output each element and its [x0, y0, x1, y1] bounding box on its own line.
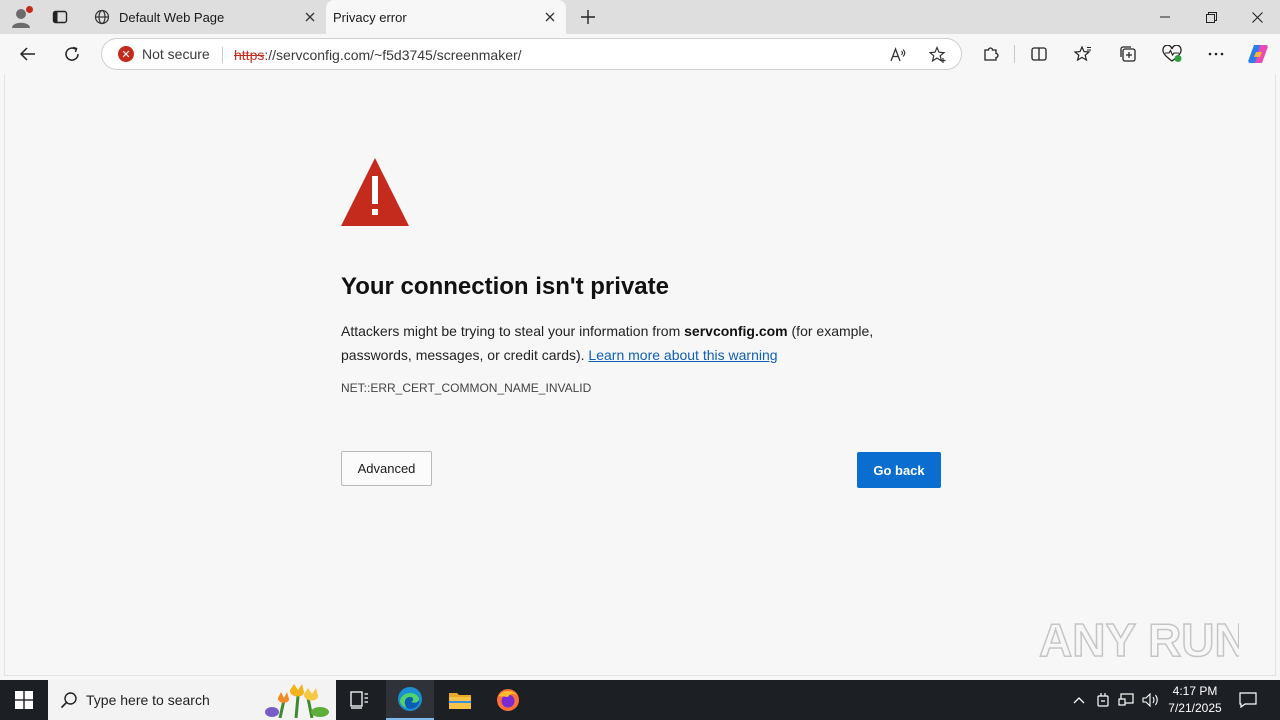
split-screen-icon	[1031, 47, 1047, 61]
folder-icon	[449, 693, 471, 709]
notification-dot	[26, 6, 33, 13]
page-title: Your connection isn't private	[341, 273, 669, 300]
taskbar-search-box[interactable]: Type here to search	[48, 680, 336, 720]
advanced-button[interactable]: Advanced	[341, 451, 432, 486]
go-back-button[interactable]: Go back	[857, 452, 941, 488]
host-name: servconfig.com	[684, 323, 788, 339]
tab-actions-button[interactable]	[46, 4, 74, 30]
collections-icon	[1120, 46, 1136, 62]
taskbar-edge[interactable]	[386, 680, 434, 720]
network-button[interactable]	[1115, 680, 1137, 720]
settings-more-button[interactable]	[1200, 40, 1232, 68]
puzzle-icon	[984, 47, 999, 61]
heart-pulse-icon	[1162, 45, 1182, 62]
tab-close-button[interactable]	[540, 7, 560, 27]
watermark-text: ANY RUN	[1039, 614, 1239, 666]
refresh-icon	[65, 46, 79, 61]
url-text[interactable]: https://servconfig.com/~f5d3745/screenma…	[234, 47, 522, 63]
globe-icon	[94, 9, 110, 25]
profile-button[interactable]	[8, 4, 36, 30]
tab-title: Default Web Page	[119, 9, 225, 25]
minimize-icon	[1160, 16, 1170, 18]
split-screen-button[interactable]	[1023, 40, 1055, 68]
start-button[interactable]	[0, 680, 48, 720]
plus-icon	[581, 10, 595, 24]
new-tab-button[interactable]	[576, 5, 600, 29]
warning-icon	[341, 158, 409, 226]
task-view-icon	[350, 691, 368, 709]
more-horizontal-icon	[1208, 52, 1224, 56]
toolbar-separator	[1014, 45, 1015, 63]
clock-date: 7/21/2025	[1168, 701, 1222, 715]
tab-close-button[interactable]	[300, 7, 320, 27]
warning-description: Attackers might be trying to steal your …	[341, 319, 901, 367]
edge-icon	[398, 687, 422, 711]
taskbar: Type here to search 4:17 PM 7/21/2025	[0, 680, 1280, 720]
volume-button[interactable]	[1139, 680, 1163, 720]
extensions-button[interactable]	[975, 40, 1007, 68]
close-icon	[305, 12, 315, 22]
favorites-button[interactable]	[1067, 40, 1099, 68]
taskbar-file-explorer[interactable]	[436, 680, 484, 720]
chevron-up-icon	[1073, 697, 1085, 704]
not-secure-icon: ✕	[118, 46, 134, 62]
minimize-button[interactable]	[1142, 0, 1188, 34]
clock-time: 4:17 PM	[1172, 684, 1218, 698]
show-hidden-icons-button[interactable]	[1068, 680, 1090, 720]
tab-title: Privacy error	[333, 9, 407, 25]
url-scheme: https	[234, 47, 265, 63]
copilot-button[interactable]	[1242, 40, 1274, 68]
read-aloud-button[interactable]	[886, 43, 910, 67]
close-icon	[545, 12, 555, 22]
flowers-icon	[260, 682, 334, 718]
read-aloud-icon	[890, 47, 906, 62]
taskbar-firefox[interactable]	[484, 680, 532, 720]
arrow-left-icon	[19, 47, 35, 61]
taskbar-clock[interactable]: 4:17 PM 7/21/2025	[1166, 683, 1224, 717]
notification-center-button[interactable]	[1232, 680, 1264, 720]
site-info-button[interactable]: ✕ Not secure	[118, 46, 210, 62]
task-view-button[interactable]	[336, 680, 384, 720]
speaker-icon	[1142, 693, 1158, 707]
network-icon	[1118, 693, 1134, 706]
restore-button[interactable]	[1188, 0, 1234, 34]
windows-logo-icon	[15, 691, 33, 709]
favorites-icon	[1074, 45, 1091, 62]
search-placeholder: Type here to search	[86, 692, 210, 708]
notification-icon	[1239, 692, 1257, 708]
url-rest: ://servconfig.com/~f5d3745/screenmaker/	[264, 47, 522, 63]
tab-actions-icon	[52, 10, 68, 24]
refresh-button[interactable]	[56, 40, 88, 68]
search-icon	[60, 691, 78, 709]
collections-button[interactable]	[1112, 40, 1144, 68]
star-plus-icon	[929, 46, 946, 63]
copilot-icon	[1248, 45, 1268, 63]
browser-toolbar: ✕ Not secure https://servconfig.com/~f5d…	[0, 34, 1280, 74]
error-code: NET::ERR_CERT_COMMON_NAME_INVALID	[341, 381, 592, 395]
device-icon	[1097, 693, 1109, 707]
back-button[interactable]	[12, 40, 44, 68]
tab-default-web-page[interactable]: Default Web Page	[88, 0, 326, 34]
page-content: Your connection isn't private Attackers …	[4, 74, 1276, 676]
tab-strip: Default Web Page Privacy error	[0, 0, 1280, 34]
watermark-logo: ANY RUN	[1039, 608, 1239, 672]
learn-more-link[interactable]: Learn more about this warning	[588, 347, 777, 363]
description-text: Attackers might be trying to steal your …	[341, 323, 685, 339]
browser-essentials-button[interactable]	[1156, 40, 1188, 68]
security-label: Not secure	[142, 46, 210, 62]
close-icon	[1251, 11, 1263, 23]
firefox-icon	[497, 689, 519, 711]
device-tray-button[interactable]	[1092, 680, 1114, 720]
tab-privacy-error[interactable]: Privacy error	[326, 0, 566, 34]
restore-icon	[1205, 11, 1217, 23]
favorite-button[interactable]	[926, 43, 950, 67]
address-bar[interactable]: ✕ Not secure https://servconfig.com/~f5d…	[101, 38, 962, 70]
close-window-button[interactable]	[1234, 0, 1280, 34]
separator	[222, 47, 223, 63]
